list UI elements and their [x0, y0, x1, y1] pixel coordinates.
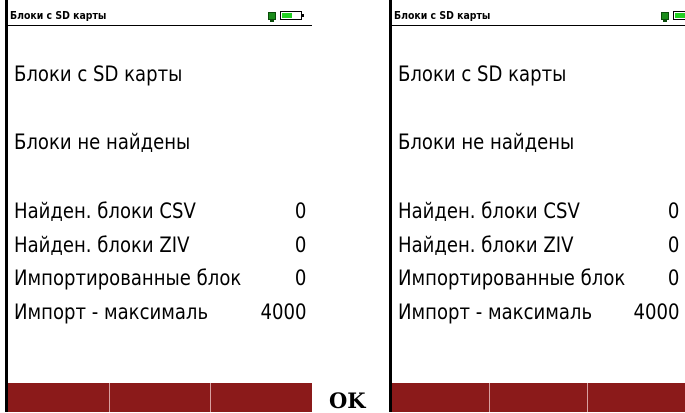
row-value: 0 [667, 233, 679, 257]
row-value: 0 [667, 199, 679, 223]
row-label: Импорт - максималь [398, 300, 593, 324]
window-title: Блоки с SD карты [10, 9, 107, 22]
battery-icon [661, 11, 685, 22]
title-bar: Блоки с SD карты [392, 8, 685, 26]
battery-level [282, 13, 292, 18]
power-plug-icon [268, 12, 276, 22]
window-title: Блоки с SD карты [394, 9, 491, 22]
softkey-right[interactable] [588, 383, 685, 412]
ziv-blocks-row: Найден. блоки ZIV 0 [14, 233, 306, 259]
import-max-row: Импорт - максималь 4000 [14, 300, 306, 326]
device-screen-after: Блоки с SD карты Блоки с SD карты Блоки … [389, 0, 685, 412]
row-value: 0 [294, 266, 306, 290]
row-label: Найден. блоки ZIV [398, 233, 574, 257]
row-label: Импорт - максималь [14, 300, 209, 324]
row-label: Импортированные блок [398, 266, 626, 290]
row-value: 0 [294, 199, 306, 223]
row-value: 0 [294, 233, 306, 257]
power-plug-icon [661, 12, 669, 22]
row-label: Найден. блоки CSV [14, 199, 196, 223]
softkey-middle[interactable] [490, 383, 588, 412]
softkey-bar [392, 383, 685, 412]
row-label: Импортированные блок [14, 266, 242, 290]
status-message: Блоки не найдены [398, 130, 575, 154]
status-message: Блоки не найдены [14, 130, 191, 154]
ziv-blocks-row: Найден. блоки ZIV 0 [398, 233, 679, 259]
title-bar: Блоки с SD карты [8, 8, 312, 26]
device-screen-before: Блоки с SD карты Блоки с SD карты Блоки … [5, 0, 313, 412]
transition-label: OK [329, 388, 366, 413]
softkey-bar [8, 383, 313, 412]
softkey-right[interactable] [211, 383, 313, 412]
row-label: Найден. блоки ZIV [14, 233, 190, 257]
imported-blocks-row: Импортированные блок 0 [398, 266, 679, 292]
row-value: 4000 [260, 300, 306, 324]
page-heading: Блоки с SD карты [398, 62, 567, 86]
imported-blocks-row: Импортированные блок 0 [14, 266, 306, 292]
battery-icon [268, 11, 306, 22]
softkey-left[interactable] [8, 383, 110, 412]
csv-blocks-row: Найден. блоки CSV 0 [398, 199, 679, 225]
page-heading: Блоки с SD карты [14, 62, 183, 86]
row-value: 4000 [633, 300, 679, 324]
row-label: Найден. блоки CSV [398, 199, 580, 223]
csv-blocks-row: Найден. блоки CSV 0 [14, 199, 306, 225]
row-value: 0 [667, 266, 679, 290]
battery-level [675, 13, 685, 18]
softkey-middle[interactable] [109, 383, 212, 412]
softkey-left[interactable] [392, 383, 490, 412]
import-max-row: Импорт - максималь 4000 [398, 300, 679, 326]
